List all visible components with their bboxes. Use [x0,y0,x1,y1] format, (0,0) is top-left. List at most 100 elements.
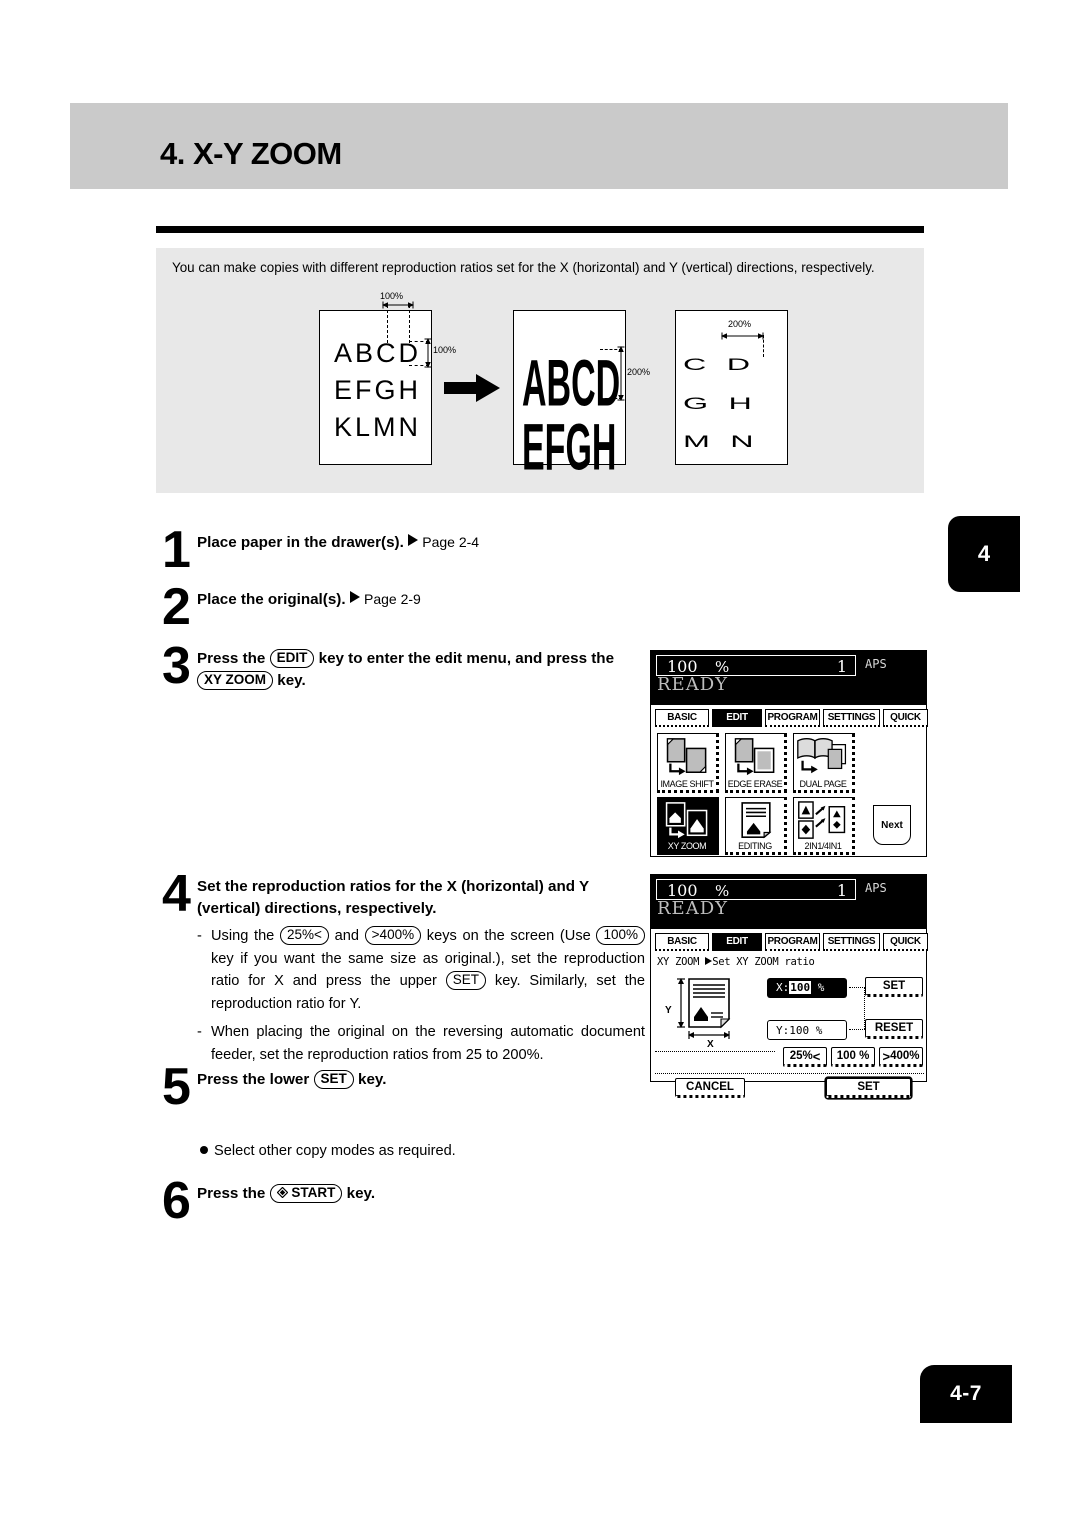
transform-arrow-icon [444,374,500,402]
cancel-label: CANCEL [686,1081,734,1093]
xy-zoom-illustration: ABCD EFGH KLMN 100% 100% ABCD EFGH 200% … [156,285,924,490]
note-item: - When placing the original on the rever… [197,1021,645,1066]
zoom-down-button[interactable]: 25% < [783,1047,827,1067]
tab-program[interactable]: PROGRAM [765,709,820,727]
page-ref-arrow-icon [408,534,419,546]
result-y-row-1: ABCD [522,347,621,422]
step-5-part-2: key. [358,1071,387,1088]
lcd2-paper-mode: APS [865,881,887,895]
tab-settings-label: SETTINGS [827,712,876,723]
panel-divider [655,1073,924,1074]
set-keycap[interactable]: SET [445,971,487,990]
step-4-text: Set the reproduction ratios for the X (h… [197,876,649,919]
tab-quick-label: QUICK [890,712,921,723]
zoom-down-keycap[interactable]: 25%< [280,926,329,945]
x-ratio-field[interactable]: X: 100 % [767,978,847,998]
2in1-4in1-icon [798,801,846,839]
copy-modes-note: Select other copy modes as required. [200,1143,456,1159]
step-4-number: 4 [162,865,191,923]
original-width-label: 100% [380,291,404,301]
tab-quick[interactable]: QUICK [883,709,928,727]
step-2-page-ref: Page 2-9 [364,591,421,607]
step-2-text: Place the original(s). Page 2-9 [197,589,657,611]
note-dash: - [197,1024,202,1040]
function-edge-erase[interactable]: EDGE ERASE [725,733,787,793]
step-3-part-2: key to enter the edit menu, and press [318,650,588,667]
start-keycap[interactable]: START [269,1184,343,1203]
function-xy-zoom[interactable]: XY ZOOM [657,797,719,855]
note-1-p2: and [334,928,359,944]
step-1-label: Place paper in the drawer(s). [197,534,404,551]
function-2in1-4in1-label: 2IN1/4IN1 [804,841,842,851]
function-editing[interactable]: EDITING [725,797,787,855]
result-y-row-2: EFGH [522,411,617,486]
step-6-part-1: Press the [197,1185,266,1202]
y-ratio-field[interactable]: Y: 100 % [767,1020,847,1040]
lcd-panel-xy-zoom-ratio[interactable]: 100 % 1 APS READY BASIC EDIT PROGRAM SET… [650,874,928,1098]
width-arrow-icon [721,332,764,340]
xy-zoom-icon [665,802,708,839]
tab-quick-label: QUICK [890,936,921,947]
set-lower-label: SET [857,1081,880,1093]
result-x-row-3: M N [683,432,760,451]
zoom-up-button[interactable]: >400% [879,1047,923,1067]
original-row-2: EFGH [334,375,422,405]
tab-edit[interactable]: EDIT [712,933,762,951]
tab-program[interactable]: PROGRAM [765,933,820,951]
tab-settings[interactable]: SETTINGS [823,933,880,951]
function-dual-page[interactable]: DUAL PAGE [793,733,855,793]
y-ratio-unit: % [815,1023,823,1037]
dual-page-icon [797,738,847,774]
result-y-height-label: 200% [627,367,651,377]
copy-modes-note-text: Select other copy modes as required. [214,1143,456,1159]
xy-zoom-keycap[interactable]: XY ZOOM [197,670,274,690]
start-diamond-icon [276,1186,289,1199]
lcd1-copy-count: 1 [836,657,847,676]
cancel-button[interactable]: CANCEL [675,1078,745,1098]
step-6-text: Press the START key. [197,1183,647,1205]
reset-button[interactable]: RESET [865,1019,923,1039]
tab-basic-label: BASIC [667,936,697,947]
zoom-up-keycap[interactable]: >400% [364,926,422,945]
zoom-100-keycap[interactable]: 100% [596,926,645,945]
x-ratio-label: X: [776,980,790,994]
page-number-label: 4-7 [950,1382,982,1405]
set-upper-button[interactable]: SET [865,977,923,997]
tab-basic[interactable]: BASIC [655,933,709,951]
lcd2-tab-row[interactable]: BASIC EDIT PROGRAM SETTINGS QUICK [655,933,928,953]
note-item: - Using the 25%< and >400% keys on the s… [197,925,645,1015]
function-image-shift[interactable]: IMAGE SHIFT [657,733,719,793]
connector [849,1029,865,1030]
zoom-down-label: 25% [789,1050,813,1062]
set-lower-keycap[interactable]: SET [313,1070,354,1089]
tab-edit-label: EDIT [726,712,748,723]
tab-quick[interactable]: QUICK [883,933,928,951]
lcd1-status-bar: 100 % 1 APS READY [651,651,926,705]
original-row-3: KLMN [334,412,422,442]
original-height-label: 100% [433,345,457,355]
page-ref-arrow-icon [349,591,360,603]
height-arrow-icon [424,338,432,368]
lcd2-state-text: READY [657,898,729,919]
tab-basic[interactable]: BASIC [655,709,709,727]
axis-x-label: X [707,1039,714,1050]
zoom-100-label: 100 % [836,1050,870,1062]
zoom-up-label: 400% [890,1050,920,1062]
set-lower-button[interactable]: SET [826,1078,911,1098]
dim-guide [763,335,764,357]
tab-settings[interactable]: SETTINGS [823,709,880,727]
function-2in1-4in1[interactable]: 2IN1/4IN1 [793,797,855,855]
function-dual-page-label: DUAL PAGE [799,779,847,789]
edge-erase-icon [734,738,775,776]
note-dash: - [197,928,202,944]
bullet-dot-icon [200,1146,208,1154]
lcd-panel-edit-menu[interactable]: 100 % 1 APS READY BASIC EDIT PROGRAM SET… [650,650,928,857]
zoom-100-button[interactable]: 100 % [831,1047,875,1067]
edit-keycap[interactable]: EDIT [269,649,315,668]
next-button[interactable]: Next [873,805,911,845]
tab-program-label: PROGRAM [767,936,818,947]
tab-edit[interactable]: EDIT [712,709,762,727]
lcd2-breadcrumb-mode: XY ZOOM [657,956,700,968]
lcd1-tab-row[interactable]: BASIC EDIT PROGRAM SETTINGS QUICK [655,709,928,729]
lcd1-state-text: READY [657,674,729,695]
